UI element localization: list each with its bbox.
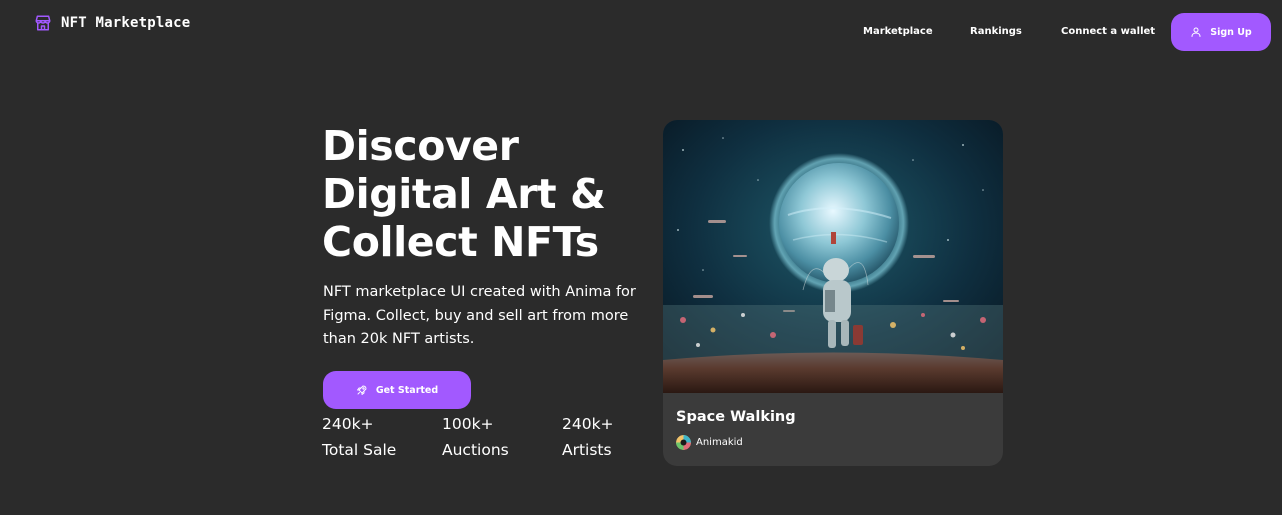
stat-label: Auctions [442, 441, 509, 459]
signup-button[interactable]: Sign Up [1171, 13, 1271, 51]
artist-info[interactable]: Animakid [676, 435, 743, 450]
hero-description: NFT marketplace UI created with Anima fo… [323, 284, 636, 347]
stat-value: 240k+ [322, 415, 374, 433]
nft-title: Space Walking [676, 409, 796, 425]
nav-link-marketplace[interactable]: Marketplace [863, 26, 933, 37]
rocket-icon [356, 385, 367, 395]
signup-label: Sign Up [1210, 26, 1252, 38]
storefront-icon [35, 15, 51, 31]
brand-logo[interactable]: NFT Marketplace [34, 14, 190, 32]
artist-name: Animakid [696, 437, 743, 448]
nav-link-rankings[interactable]: Rankings [970, 26, 1022, 37]
get-started-label: Get Started [375, 384, 439, 396]
stat-value: 100k+ [442, 415, 494, 433]
nav-link-connect-wallet[interactable]: Connect a wallet [1061, 26, 1155, 37]
user-icon [1191, 27, 1201, 37]
hero-title: Discover Digital Art & Collect NFTs [322, 122, 662, 266]
stat-label: Total Sale [322, 441, 397, 459]
stat-label: Artists [562, 441, 612, 459]
stat-value: 240k+ [562, 415, 614, 433]
hero-title-line: Discover [322, 122, 519, 170]
featured-nft-card[interactable]: Space Walking Animakid [663, 120, 1003, 466]
stat-total-sale: 240k+ Total Sale [322, 413, 432, 465]
artist-avatar [676, 435, 691, 450]
astronaut-planet-artwork[interactable] [663, 120, 1003, 393]
top-navbar: NFT Marketplace Marketplace Rankings Con… [0, 0, 1282, 60]
hero-title-line: Collect NFTs [322, 218, 599, 266]
stat-auctions: 100k+ Auctions [442, 413, 552, 465]
stat-artists: 240k+ Artists [562, 413, 672, 465]
get-started-button[interactable]: Get Started [323, 371, 471, 409]
hero-title-line: Digital Art & [322, 170, 606, 218]
brand-name: NFT Marketplace [61, 15, 191, 31]
